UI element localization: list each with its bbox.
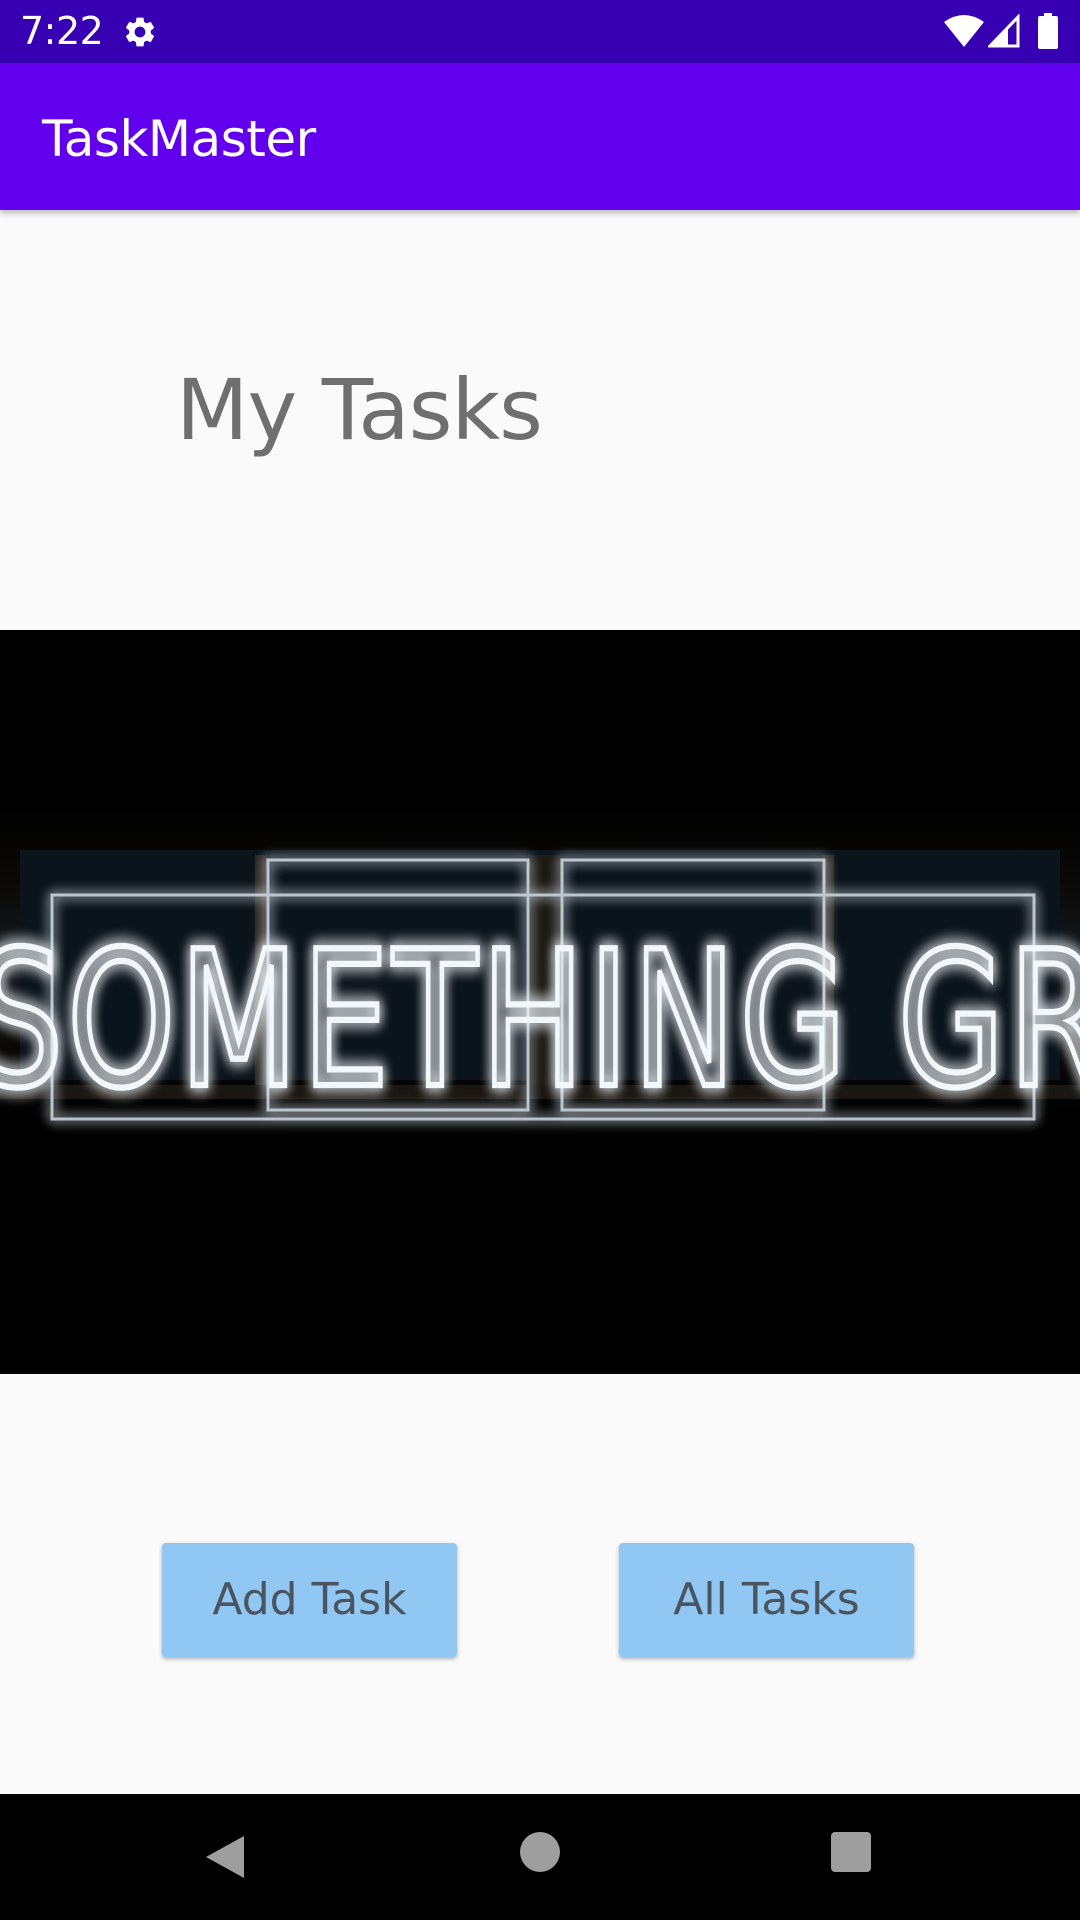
home-icon[interactable] (520, 1832, 560, 1872)
app-screen: 7:22 TaskMaster My Tasks SOMETHING G Add… (0, 0, 1080, 1920)
app-bar: TaskMaster (0, 63, 1080, 210)
signal-icon (988, 14, 1020, 48)
add-task-button[interactable]: Add Task (162, 1543, 457, 1657)
all-tasks-button[interactable]: All Tasks (619, 1543, 914, 1657)
gear-icon (125, 17, 155, 47)
battery-icon (1038, 13, 1058, 49)
neon-sign-image: DO SOMETHING GREAT (0, 630, 1080, 1374)
status-time: 7:22 (20, 9, 104, 53)
page-title: My Tasks (176, 361, 543, 459)
status-bar: 7:22 (0, 0, 1080, 63)
wifi-icon (944, 15, 984, 47)
navigation-bar (0, 1794, 1080, 1920)
recents-icon[interactable] (831, 1832, 871, 1872)
hero-image: DO SOMETHING GREAT (0, 630, 1080, 1374)
app-title: TaskMaster (42, 110, 316, 168)
neon-sign-text: DO SOMETHING GREAT (0, 911, 1080, 1130)
back-icon[interactable] (204, 1834, 246, 1880)
